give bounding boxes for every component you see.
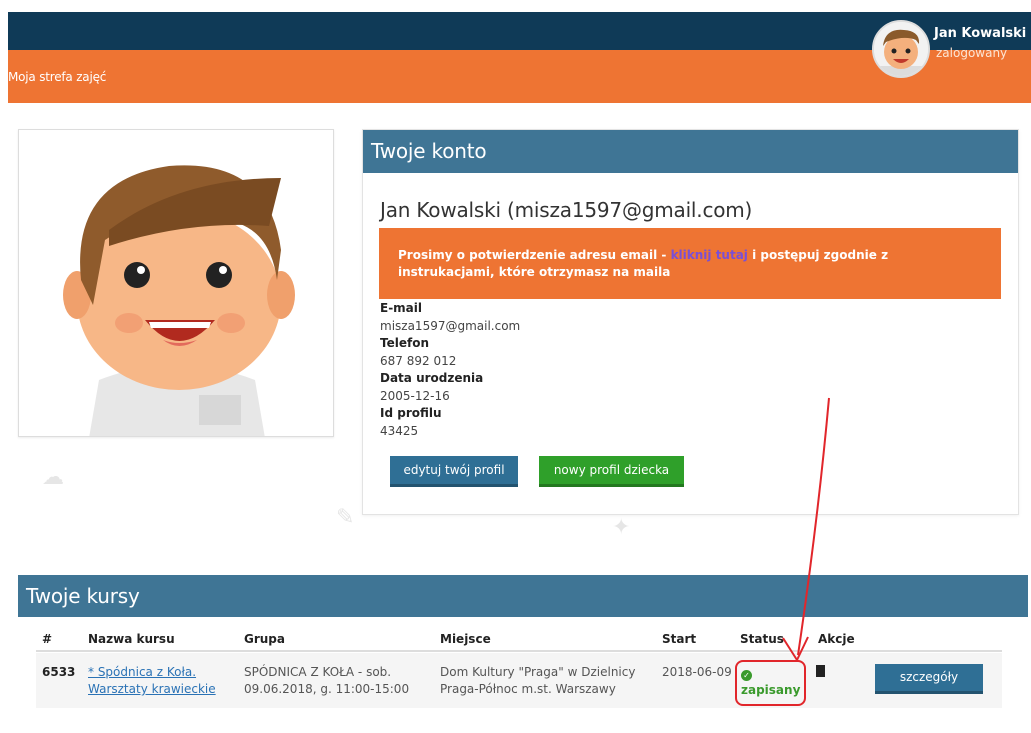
course-place-line1: Dom Kultury "Praga" w Dzielnicy xyxy=(440,665,636,679)
course-group-line1: SPÓDNICA Z KOŁA - sob. xyxy=(244,665,392,679)
col-status: Status xyxy=(740,632,784,646)
my-zone-link[interactable]: Moja strefa zajęć xyxy=(8,70,106,84)
page: Moja strefa zajęć Jan Kowalski zalogowan… xyxy=(0,0,1031,733)
email-value: misza1597@gmail.com xyxy=(380,318,521,333)
col-id: # xyxy=(42,632,53,646)
email-label: E-mail xyxy=(380,301,423,315)
course-start: 2018-06-09 xyxy=(662,665,732,679)
col-start: Start xyxy=(662,632,697,646)
course-id: 6533 xyxy=(42,665,76,679)
col-group: Grupa xyxy=(244,632,285,646)
cloud-icon: ☁ xyxy=(42,465,64,490)
edit-profile-button[interactable]: edytuj twój profil xyxy=(390,456,518,487)
col-place: Miejsce xyxy=(440,632,491,646)
course-place-line2: Praga-Północ m.st. Warszawy xyxy=(440,682,616,696)
profile-id-value: 43425 xyxy=(380,423,419,438)
status-badge: zapisany xyxy=(741,683,801,697)
new-child-profile-button[interactable]: nowy profil dziecka xyxy=(539,456,684,487)
table-row: 6533 * Spódnica z Koła. Warsztaty krawie… xyxy=(36,653,1002,708)
course-name-link[interactable]: * Spódnica z Koła. xyxy=(88,665,196,679)
course-name-cell: * Spódnica z Koła. Warsztaty krawieckie xyxy=(88,664,216,698)
user-status: zalogowany xyxy=(936,46,1008,60)
phone-value: 687 892 012 xyxy=(380,353,457,368)
check-circle-icon: ✓ xyxy=(741,670,752,681)
col-course-name: Nazwa kursu xyxy=(88,632,175,646)
profile-fields: E-mail misza1597@gmail.com Telefon 687 8… xyxy=(380,300,520,440)
col-actions: Akcje xyxy=(818,632,855,646)
avatar[interactable] xyxy=(872,20,930,78)
user-name: Jan Kowalski xyxy=(934,26,1027,41)
birthdate-value: 2005-12-16 xyxy=(380,388,450,403)
table-header: # Nazwa kursu Grupa Miejsce Start Status… xyxy=(36,628,1002,652)
email-confirmation-alert: Prosimy o potwierdzenie adresu email - k… xyxy=(379,228,1001,299)
course-group-line2: 09.06.2018, g. 11:00-15:00 xyxy=(244,682,410,696)
profile-photo xyxy=(18,129,334,437)
status-annotation-box: ✓ zapisany xyxy=(735,660,806,706)
account-title: Twoje konto xyxy=(363,130,1018,173)
course-group-cell: SPÓDNICA Z KOŁA - sob. 09.06.2018, g. 11… xyxy=(244,664,409,698)
account-name: Jan Kowalski (misza1597@gmail.com) xyxy=(380,198,753,222)
birthdate-label: Data urodzenia xyxy=(380,371,484,385)
confirm-email-link[interactable]: kliknij tutaj xyxy=(671,248,748,262)
course-name-link-line2[interactable]: Warsztaty krawieckie xyxy=(88,682,216,696)
courses-title: Twoje kursy xyxy=(18,575,1028,617)
alert-text-prefix: Prosimy o potwierdzenie adresu email - xyxy=(398,248,671,262)
pencil-icon: ✎ xyxy=(336,505,355,530)
profile-id-label: Id profilu xyxy=(380,406,442,420)
phone-label: Telefon xyxy=(380,336,429,350)
account-card: Twoje konto Jan Kowalski (misza1597@gmai… xyxy=(362,129,1019,515)
details-button[interactable]: szczegóły xyxy=(875,664,983,694)
document-icon[interactable] xyxy=(816,665,825,677)
star-icon: ✦ xyxy=(612,515,631,540)
course-place-cell: Dom Kultury "Praga" w Dzielnicy Praga-Pó… xyxy=(440,664,635,698)
